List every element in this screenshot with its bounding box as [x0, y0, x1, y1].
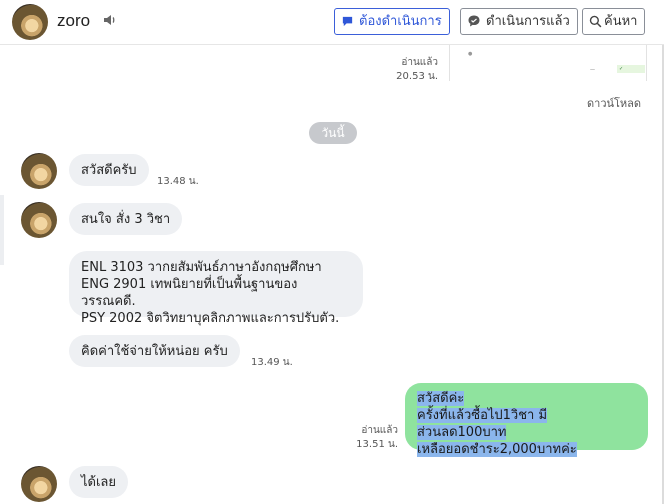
attachment-preview[interactable]: ● — ✓	[449, 45, 647, 81]
message-text: สวัสดีครับ	[81, 163, 137, 178]
todo-button-label: ต้องดำเนินการ	[359, 14, 442, 29]
attachment-preview-text: ●	[468, 51, 473, 57]
search-icon	[589, 15, 602, 28]
chat-check-icon	[468, 15, 480, 27]
message-line: PSY 2002 จิตวิทยาบุคลิกภาพและการปรับตัว.	[81, 311, 340, 326]
left-panel-edge	[0, 195, 4, 265]
chat-header: zoro ต้องดำเนินการ ดำเนินการแล้ว ค้นหา	[0, 0, 664, 45]
date-separator: วันนี้	[309, 122, 357, 144]
message-time: 13.48 น.	[157, 176, 199, 187]
contact-avatar[interactable]	[21, 466, 57, 502]
incoming-message[interactable]: สนใจ สั่ง 3 วิชา	[69, 203, 183, 235]
done-button[interactable]: ดำเนินการแล้ว	[460, 8, 578, 35]
incoming-message[interactable]: ENL 3103 วากยสัมพันธ์ภาษาอังกฤษศึกษา ENG…	[69, 251, 363, 326]
search-button[interactable]: ค้นหา	[582, 8, 646, 35]
message-line: สวัสดีค่ะ	[417, 391, 465, 406]
incoming-message[interactable]: สวัสดีครับ	[69, 154, 149, 186]
read-label: อ่านแล้ว	[361, 425, 398, 436]
contact-name[interactable]: zoro	[57, 11, 90, 31]
done-button-label: ดำเนินการแล้ว	[486, 14, 570, 29]
read-label: อ่านแล้ว	[401, 57, 438, 68]
message-text: สนใจ สั่ง 3 วิชา	[81, 212, 171, 227]
read-receipt: อ่านแล้ว 13.51 น.	[340, 424, 398, 452]
read-time: 13.51 น.	[356, 439, 398, 450]
message-line: ENG 2901 เทพนิยายที่เป็นพื้นฐานของวรรณคด…	[81, 277, 298, 309]
message-line: ENL 3103 วากยสัมพันธ์ภาษาอังกฤษศึกษา	[81, 260, 322, 275]
incoming-message[interactable]: ได้เลย	[69, 466, 129, 498]
contact-avatar[interactable]	[21, 153, 57, 189]
incoming-message[interactable]: คิดค่าใช้จ่ายให้หน่อย ครับ	[69, 335, 240, 367]
speaker-icon[interactable]	[102, 12, 118, 28]
search-button-label: ค้นหา	[604, 14, 638, 29]
attachment-preview-badge: ✓	[617, 65, 645, 73]
attachment-preview-text: —	[590, 67, 595, 73]
message-text: คิดค่าใช้จ่ายให้หน่อย ครับ	[81, 344, 228, 359]
read-time: 20.53 น.	[396, 71, 438, 82]
message-line: ครั้งที่แล้วซื้อไป1วิชา มีส่วนลด100บาท	[417, 408, 548, 440]
read-receipt: อ่านแล้ว 20.53 น.	[380, 56, 438, 84]
todo-button[interactable]: ต้องดำเนินการ	[334, 8, 450, 35]
contact-avatar[interactable]	[21, 202, 57, 238]
message-text: ได้เลย	[81, 475, 117, 490]
chat-bubble-icon	[342, 16, 353, 27]
download-link[interactable]: ดาวน์โหลด	[587, 94, 641, 112]
message-line: เหลือยอดชำระ2,000บาทค่ะ	[417, 442, 577, 457]
message-time: 13.49 น.	[251, 357, 293, 368]
contact-avatar[interactable]	[12, 4, 48, 40]
outgoing-message[interactable]: สวัสดีค่ะ ครั้งที่แล้วซื้อไป1วิชา มีส่วน…	[405, 383, 648, 457]
